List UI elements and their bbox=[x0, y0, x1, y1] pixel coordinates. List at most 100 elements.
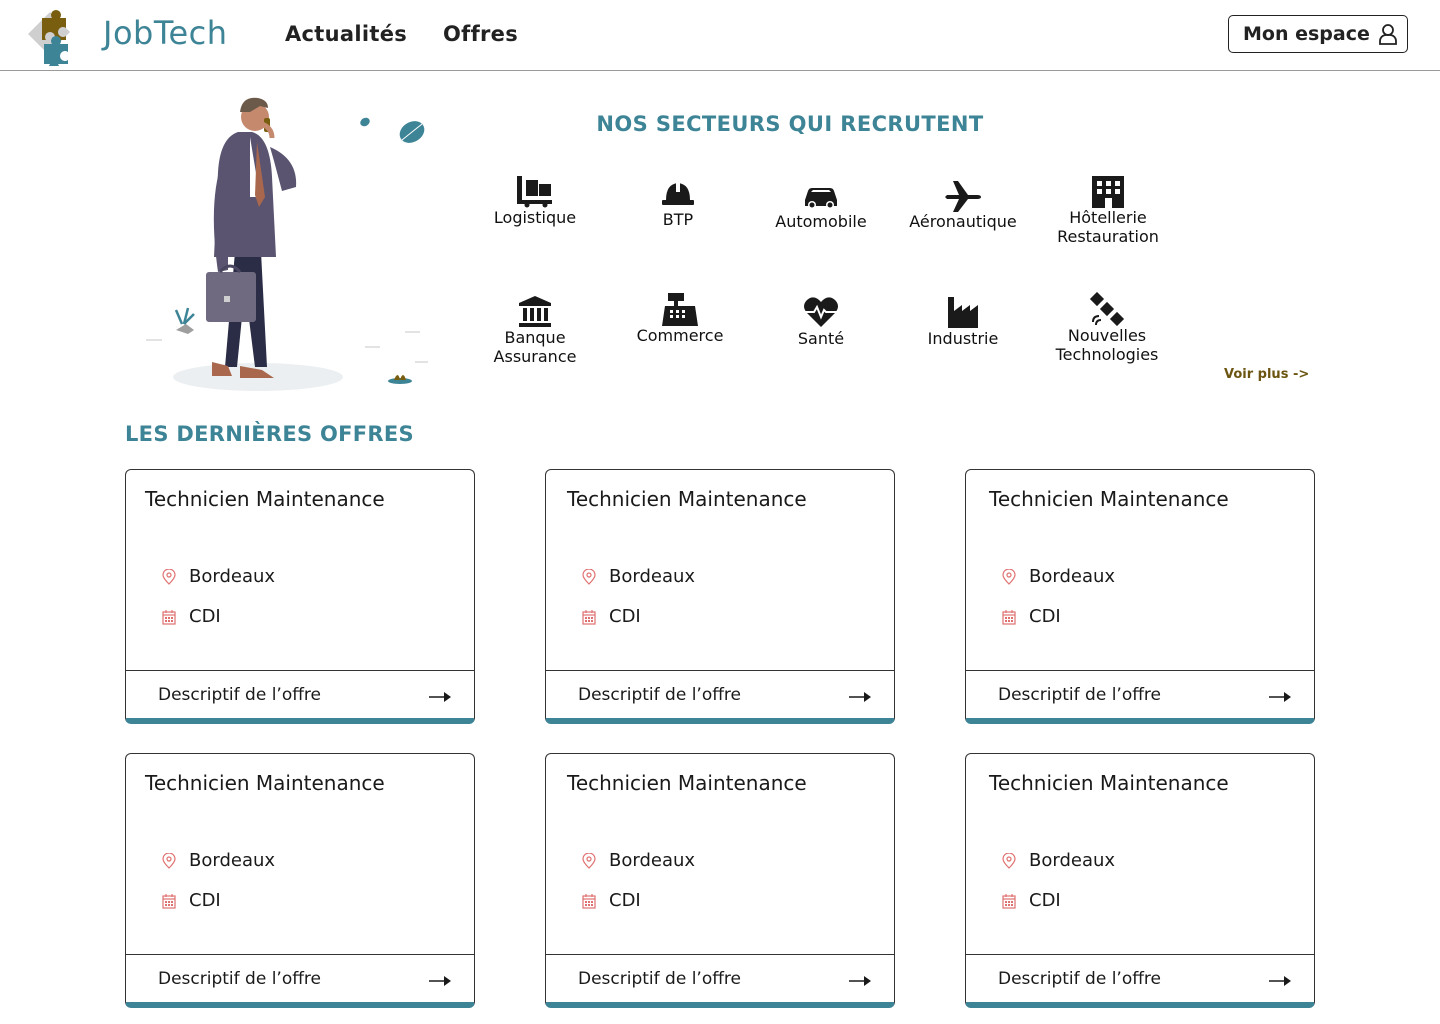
airplane-icon bbox=[945, 181, 981, 212]
offer-location-row: Bordeaux bbox=[162, 850, 275, 871]
offer-details-button[interactable]: Descriptif de l’offre bbox=[966, 670, 1314, 718]
offer-card[interactable]: Technicien Maintenance Bordeaux CDI Desc… bbox=[125, 469, 475, 724]
offer-contract: CDI bbox=[189, 890, 221, 911]
calendar-icon bbox=[1002, 893, 1016, 909]
sector-hotellerie-restauration[interactable]: Hôtellerie Restauration bbox=[1038, 174, 1178, 246]
hard-hat-icon bbox=[662, 182, 694, 205]
offer-title: Technicien Maintenance bbox=[989, 771, 1229, 795]
arrow-right-icon bbox=[849, 692, 871, 702]
satellite-icon bbox=[1089, 292, 1125, 326]
sector-sante[interactable]: Santé bbox=[751, 295, 891, 348]
calendar-icon bbox=[162, 609, 176, 625]
offer-details-label: Descriptif de l’offre bbox=[578, 969, 742, 989]
sector-label: Nouvelles Technologies bbox=[1055, 326, 1159, 364]
sector-industrie[interactable]: Industrie bbox=[893, 295, 1033, 348]
offer-title: Technicien Maintenance bbox=[567, 771, 807, 795]
sector-banque-assurance[interactable]: Banque Assurance bbox=[465, 294, 605, 366]
mon-espace-button[interactable]: Mon espace bbox=[1228, 15, 1408, 53]
offer-contract: CDI bbox=[189, 606, 221, 627]
bank-icon bbox=[519, 296, 551, 327]
offer-contract-row: CDI bbox=[1002, 890, 1061, 911]
user-icon bbox=[1378, 24, 1397, 45]
offer-card[interactable]: Technicien Maintenance Bordeaux CDI Desc… bbox=[965, 753, 1315, 1008]
map-pin-icon bbox=[162, 852, 176, 869]
offer-card[interactable]: Technicien Maintenance Bordeaux CDI Desc… bbox=[545, 753, 895, 1008]
offer-location: Bordeaux bbox=[189, 566, 276, 587]
offer-location-row: Bordeaux bbox=[162, 566, 275, 587]
offer-details-button[interactable]: Descriptif de l’offre bbox=[126, 954, 474, 1002]
sector-btp[interactable]: BTP bbox=[608, 176, 748, 229]
factory-icon bbox=[948, 297, 978, 328]
sector-aeronautique[interactable]: Aéronautique bbox=[893, 178, 1033, 231]
sector-automobile[interactable]: Automobile bbox=[751, 178, 891, 231]
offer-location-row: Bordeaux bbox=[582, 850, 695, 871]
mon-espace-label: Mon espace bbox=[1243, 23, 1370, 45]
sector-nouvelles-technologies[interactable]: Nouvelles Technologies bbox=[1037, 292, 1177, 364]
offer-contract-row: CDI bbox=[1002, 606, 1061, 627]
offer-contract: CDI bbox=[609, 890, 641, 911]
map-pin-icon bbox=[1002, 568, 1016, 585]
offer-title: Technicien Maintenance bbox=[145, 771, 385, 795]
offer-contract: CDI bbox=[1029, 890, 1061, 911]
offer-contract: CDI bbox=[1029, 606, 1061, 627]
calendar-icon bbox=[582, 893, 596, 909]
arrow-right-icon bbox=[1269, 692, 1291, 702]
sector-label: Commerce bbox=[636, 326, 724, 345]
sector-label: Banque Assurance bbox=[493, 328, 577, 366]
sector-label: Hôtellerie Restauration bbox=[1057, 208, 1159, 246]
offer-title: Technicien Maintenance bbox=[989, 487, 1229, 511]
offer-contract-row: CDI bbox=[582, 890, 641, 911]
offer-title: Technicien Maintenance bbox=[145, 487, 385, 511]
puzzle-logo-icon[interactable] bbox=[26, 4, 76, 66]
offer-location: Bordeaux bbox=[189, 850, 276, 871]
offer-location-row: Bordeaux bbox=[582, 566, 695, 587]
heartbeat-icon bbox=[804, 297, 838, 327]
offer-details-button[interactable]: Descriptif de l’offre bbox=[546, 954, 894, 1002]
pallet-jack-icon bbox=[517, 176, 552, 208]
sector-label: Industrie bbox=[927, 329, 999, 348]
offer-details-label: Descriptif de l’offre bbox=[578, 685, 742, 705]
offer-location: Bordeaux bbox=[609, 850, 696, 871]
map-pin-icon bbox=[162, 568, 176, 585]
offer-location: Bordeaux bbox=[1029, 850, 1116, 871]
offer-details-button[interactable]: Descriptif de l’offre bbox=[966, 954, 1314, 1002]
offer-title: Technicien Maintenance bbox=[567, 487, 807, 511]
offer-card[interactable]: Technicien Maintenance Bordeaux CDI Desc… bbox=[545, 469, 895, 724]
voir-plus-link[interactable]: Voir plus -> bbox=[1224, 367, 1309, 382]
sector-label: Logistique bbox=[493, 208, 577, 227]
offer-details-button[interactable]: Descriptif de l’offre bbox=[546, 670, 894, 718]
car-icon bbox=[805, 188, 837, 209]
sector-logistique[interactable]: Logistique bbox=[465, 174, 605, 227]
calendar-icon bbox=[162, 893, 176, 909]
nav-offres[interactable]: Offres bbox=[443, 22, 518, 46]
offer-contract-row: CDI bbox=[162, 890, 221, 911]
offer-location-row: Bordeaux bbox=[1002, 566, 1115, 587]
offer-location: Bordeaux bbox=[609, 566, 696, 587]
hotel-icon bbox=[1092, 176, 1124, 208]
offers-title: LES DERNIÈRES OFFRES bbox=[125, 422, 414, 446]
sectors-title: NOS SECTEURS QUI RECRUTENT bbox=[596, 112, 984, 136]
offer-details-label: Descriptif de l’offre bbox=[158, 969, 322, 989]
arrow-right-icon bbox=[1269, 976, 1291, 986]
calendar-icon bbox=[582, 609, 596, 625]
offer-details-label: Descriptif de l’offre bbox=[998, 685, 1162, 705]
nav-actualites[interactable]: Actualités bbox=[285, 22, 407, 46]
offer-card[interactable]: Technicien Maintenance Bordeaux CDI Desc… bbox=[965, 469, 1315, 724]
brand-name[interactable]: JobTech bbox=[103, 14, 228, 52]
sector-label: Automobile bbox=[775, 212, 867, 231]
offer-location-row: Bordeaux bbox=[1002, 850, 1115, 871]
offer-details-button[interactable]: Descriptif de l’offre bbox=[126, 670, 474, 718]
map-pin-icon bbox=[1002, 852, 1016, 869]
sector-label: BTP bbox=[662, 210, 694, 229]
top-navbar: JobTech Actualités Offres Mon espace bbox=[0, 0, 1440, 71]
calendar-icon bbox=[1002, 609, 1016, 625]
offer-card[interactable]: Technicien Maintenance Bordeaux CDI Desc… bbox=[125, 753, 475, 1008]
arrow-right-icon bbox=[429, 976, 451, 986]
offer-contract: CDI bbox=[609, 606, 641, 627]
businessman-illustration bbox=[146, 97, 428, 391]
sector-commerce[interactable]: Commerce bbox=[610, 292, 750, 345]
sector-label: Santé bbox=[797, 329, 845, 348]
offer-location: Bordeaux bbox=[1029, 566, 1116, 587]
arrow-right-icon bbox=[429, 692, 451, 702]
cash-register-icon bbox=[662, 293, 698, 326]
